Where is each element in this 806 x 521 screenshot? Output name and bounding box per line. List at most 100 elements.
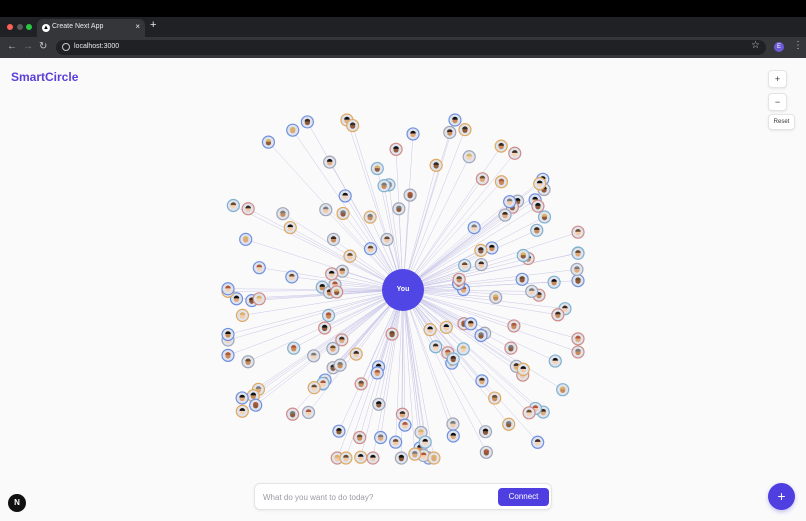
- contact-node[interactable]: [252, 292, 266, 306]
- contact-node[interactable]: [389, 435, 403, 449]
- contact-node[interactable]: [287, 341, 301, 355]
- contact-node[interactable]: [354, 377, 368, 391]
- contact-node[interactable]: [372, 397, 386, 411]
- contact-node[interactable]: [301, 405, 316, 420]
- contact-node[interactable]: [464, 317, 478, 331]
- contact-node[interactable]: [439, 320, 453, 334]
- contact-node[interactable]: [547, 275, 561, 289]
- contact-node[interactable]: [446, 417, 460, 431]
- contact-node[interactable]: [377, 179, 391, 193]
- contact-node[interactable]: [525, 284, 539, 298]
- contact-node[interactable]: [332, 424, 346, 438]
- contact-node[interactable]: [551, 308, 565, 322]
- contact-node[interactable]: [516, 362, 530, 376]
- contact-node[interactable]: [285, 270, 299, 284]
- contact-node[interactable]: [307, 349, 321, 363]
- contact-node[interactable]: [333, 358, 347, 372]
- browser-tab[interactable]: ▲ Create Next App ×: [37, 19, 145, 37]
- contact-node[interactable]: [319, 203, 333, 217]
- maximize-window-icon[interactable]: [26, 24, 32, 30]
- contact-node[interactable]: [474, 257, 488, 272]
- contact-node[interactable]: [515, 272, 529, 286]
- contact-node[interactable]: [354, 450, 368, 464]
- contact-node[interactable]: [395, 407, 410, 421]
- contact-node[interactable]: [489, 290, 503, 305]
- contact-node[interactable]: [571, 332, 585, 346]
- contact-node[interactable]: [488, 391, 502, 405]
- zoom-out-button[interactable]: −: [768, 93, 787, 111]
- contact-node[interactable]: [330, 285, 344, 299]
- contact-node[interactable]: [336, 206, 350, 221]
- contact-node[interactable]: [385, 327, 399, 341]
- contact-node[interactable]: [508, 146, 522, 160]
- close-window-icon[interactable]: [7, 24, 13, 30]
- contact-node[interactable]: [485, 241, 499, 255]
- reset-button[interactable]: Reset: [768, 114, 795, 130]
- profile-avatar[interactable]: E: [774, 42, 784, 52]
- contact-node[interactable]: [475, 172, 489, 186]
- contact-node[interactable]: [456, 342, 470, 356]
- contact-node[interactable]: [522, 406, 536, 420]
- contact-node[interactable]: [283, 220, 297, 235]
- contact-node[interactable]: [318, 321, 332, 335]
- back-arrow-icon[interactable]: ←: [7, 41, 17, 52]
- site-info-icon[interactable]: [62, 43, 70, 51]
- contact-node[interactable]: [235, 391, 249, 405]
- contact-node[interactable]: [429, 158, 443, 172]
- contact-node[interactable]: [458, 123, 472, 137]
- contact-node[interactable]: [326, 341, 340, 356]
- network-graph[interactable]: [0, 58, 806, 521]
- contact-node[interactable]: [548, 354, 562, 368]
- contact-node[interactable]: [571, 345, 585, 359]
- connect-button[interactable]: Connect: [498, 488, 549, 506]
- address-bar[interactable]: localhost:3000: [56, 40, 766, 55]
- add-contact-button[interactable]: +: [768, 483, 795, 510]
- contact-node[interactable]: [389, 142, 403, 156]
- contact-node[interactable]: [556, 383, 570, 397]
- contact-node[interactable]: [326, 232, 341, 246]
- contact-node[interactable]: [403, 188, 417, 202]
- contact-node[interactable]: [531, 435, 545, 449]
- contact-node[interactable]: [452, 272, 466, 286]
- contact-node[interactable]: [235, 308, 250, 322]
- new-tab-button[interactable]: +: [150, 19, 156, 31]
- contact-node[interactable]: [321, 308, 336, 323]
- contact-node[interactable]: [363, 242, 378, 256]
- contact-node[interactable]: [394, 451, 408, 465]
- contact-node[interactable]: [286, 407, 300, 421]
- contact-node[interactable]: [571, 246, 585, 260]
- contact-node[interactable]: [370, 366, 384, 380]
- contact-node[interactable]: [531, 199, 545, 213]
- contact-node[interactable]: [241, 355, 255, 369]
- contact-node[interactable]: [366, 451, 380, 465]
- contact-node[interactable]: [221, 282, 235, 296]
- contact-node[interactable]: [261, 135, 276, 149]
- contact-node[interactable]: [494, 175, 509, 189]
- contact-node[interactable]: [252, 261, 266, 275]
- contact-node[interactable]: [458, 258, 472, 273]
- zoom-in-button[interactable]: +: [768, 70, 787, 88]
- contact-node[interactable]: [338, 189, 352, 203]
- contact-node[interactable]: [479, 445, 493, 459]
- contact-node[interactable]: [380, 232, 394, 247]
- contact-node[interactable]: [494, 139, 508, 153]
- contact-node[interactable]: [249, 398, 263, 412]
- contact-node[interactable]: [530, 223, 544, 237]
- contact-node[interactable]: [398, 418, 412, 432]
- contact-node[interactable]: [353, 430, 367, 445]
- contact-node[interactable]: [300, 115, 314, 129]
- contact-node[interactable]: [325, 267, 339, 281]
- contact-node[interactable]: [507, 319, 521, 333]
- contact-node[interactable]: [474, 243, 488, 257]
- contact-node[interactable]: [339, 451, 353, 465]
- contact-node[interactable]: [462, 150, 476, 164]
- contact-node[interactable]: [474, 328, 488, 343]
- contact-node[interactable]: [502, 417, 516, 431]
- contact-node[interactable]: [429, 340, 443, 354]
- contact-node[interactable]: [226, 198, 240, 213]
- contact-node[interactable]: [571, 274, 585, 288]
- contact-node[interactable]: [286, 123, 300, 137]
- contact-node[interactable]: [537, 210, 552, 224]
- contact-node[interactable]: [427, 451, 441, 465]
- browser-menu-icon[interactable]: ⋮: [793, 40, 803, 51]
